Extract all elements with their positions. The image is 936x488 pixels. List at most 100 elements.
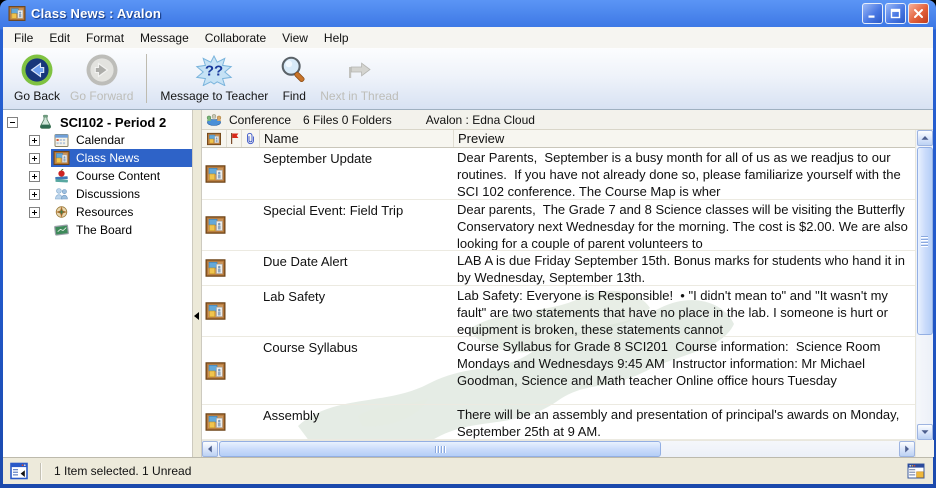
collapse-pane-arrow-icon[interactable] [194,312,199,320]
message-row[interactable]: Lab Safety Lab Safety: Everyone is Respo… [202,286,915,337]
horizontal-scroll-track[interactable] [218,441,899,457]
expand-plus-icon[interactable] [29,135,40,146]
status-separator [40,463,42,480]
sidebar-item-calendar[interactable]: Calendar [3,131,192,149]
go-forward-label: Go Forward [70,89,133,103]
sidebar-item-the-board[interactable]: The Board [3,221,192,239]
go-back-label: Go Back [14,89,60,103]
minimize-button[interactable] [862,3,883,24]
toolbar-separator [146,54,147,103]
sidebar-item-label: Discussions [74,187,142,201]
title-bar[interactable]: Class News : Avalon [3,0,933,27]
sidebar-item-label: The Board [74,223,134,237]
bulletin-board-icon [205,164,226,184]
course-tree: SCI102 - Period 2 Calendar Class News [3,110,193,457]
menu-help[interactable]: Help [316,28,357,48]
bulletin-board-icon [53,150,70,166]
message-row[interactable]: Special Event: Field Trip Dear parents, … [202,200,915,251]
message-name: Special Event: Field Trip [259,200,453,250]
message-name: September Update [259,148,453,199]
sidebar-root-label: SCI102 - Period 2 [58,115,168,130]
message-name: Assembly [259,405,453,439]
main-area: SCI102 - Period 2 Calendar Class News [3,110,933,457]
close-button[interactable] [908,3,929,24]
message-row[interactable]: Course Syllabus Course Syllabus for Grad… [202,337,915,405]
message-preview: Dear Parents, September is a busy month … [453,148,915,199]
message-burst-icon [192,51,236,89]
maximize-button[interactable] [885,3,906,24]
scroll-left-button[interactable] [202,441,218,457]
toolbar: Go Back Go Forward Message to Teacher Fi… [3,48,933,110]
menu-view[interactable]: View [274,28,316,48]
preview-column-header[interactable]: Preview [453,130,915,147]
next-in-thread-icon [341,51,377,89]
name-column-header[interactable]: Name [259,130,453,147]
vertical-scroll-thumb[interactable] [917,147,933,335]
scroll-up-button[interactable] [917,130,933,146]
window-layout-icon[interactable] [907,462,925,480]
horizontal-scrollbar[interactable] [202,440,915,457]
vertical-scrollbar[interactable] [915,130,933,457]
files-folders-count: 6 Files 0 Folders [303,113,392,127]
horizontal-scroll-thumb[interactable] [219,441,661,457]
expand-plus-icon[interactable] [29,153,40,164]
calendar-icon [53,132,70,148]
message-preview: Course Syllabus for Grade 8 SCI201 Cours… [453,337,915,404]
conference-bar: Conference 6 Files 0 Folders Avalon : Ed… [202,110,933,130]
message-preview: Lab Safety: Everyone is Responsible! • "… [453,286,915,336]
books-apple-icon [53,168,70,184]
message-rows: September Update Dear Parents, September… [202,148,915,440]
expand-plus-icon[interactable] [29,171,40,182]
vertical-scroll-track[interactable] [917,146,933,424]
collapse-minus-icon[interactable] [7,117,18,128]
message-row[interactable]: September Update Dear Parents, September… [202,148,915,200]
expand-plus-icon[interactable] [29,207,40,218]
bulletin-board-icon [207,132,221,146]
sidebar-item-label: Calendar [74,133,127,147]
paperclip-icon [245,132,256,145]
message-name: Due Date Alert [259,251,453,285]
list-content: Name Preview September Update [202,130,915,457]
message-row[interactable]: Due Date Alert LAB A is due Friday Septe… [202,251,915,286]
pane-splitter[interactable] [193,110,202,457]
bulletin-board-icon [205,361,226,381]
expand-plus-icon[interactable] [29,189,40,200]
find-button[interactable]: Find [273,51,315,109]
next-in-thread-label: Next in Thread [320,89,399,103]
flag-column-header[interactable] [226,130,241,147]
conference-label: Conference [229,113,291,127]
menu-file[interactable]: File [6,28,41,48]
sidebar-item-resources[interactable]: Resources [3,203,192,221]
message-preview: LAB A is due Friday September 15th. Bonu… [453,251,915,285]
message-to-teacher-label: Message to Teacher [160,89,268,103]
status-bar: 1 Item selected. 1 Unread [3,457,933,484]
panel-toggle-icon[interactable] [10,462,28,480]
status-text: 1 Item selected. 1 Unread [54,464,191,478]
go-back-button[interactable]: Go Back [9,51,65,109]
message-to-teacher-button[interactable]: Message to Teacher [155,51,273,109]
attachment-column-header[interactable] [241,130,259,147]
sidebar-item-sci102[interactable]: SCI102 - Period 2 [3,113,192,131]
item-type-column-header[interactable] [202,130,226,147]
menu-collaborate[interactable]: Collaborate [197,28,274,48]
scroll-right-button[interactable] [899,441,915,457]
next-in-thread-button[interactable]: Next in Thread [315,51,404,109]
magnifier-icon [278,51,310,89]
flask-icon [37,114,54,130]
sidebar-item-course-content[interactable]: Course Content [3,167,192,185]
scroll-down-button[interactable] [917,424,933,440]
sidebar-item-discussions[interactable]: Discussions [3,185,192,203]
menu-edit[interactable]: Edit [41,28,78,48]
conference-people-icon [205,112,223,128]
app-window: Class News : Avalon File Edit Format Mes… [0,0,936,488]
scrollbar-corner [916,440,934,457]
find-label: Find [283,89,306,103]
message-row[interactable]: Assembly There will be an assembly and p… [202,405,915,440]
go-forward-button[interactable]: Go Forward [65,51,138,109]
red-flag-icon [229,132,240,145]
bulletin-board-icon [205,215,226,235]
sidebar-item-label: Class News [74,151,141,165]
sidebar-item-class-news[interactable]: Class News [3,149,192,167]
menu-message[interactable]: Message [132,28,197,48]
menu-format[interactable]: Format [78,28,132,48]
